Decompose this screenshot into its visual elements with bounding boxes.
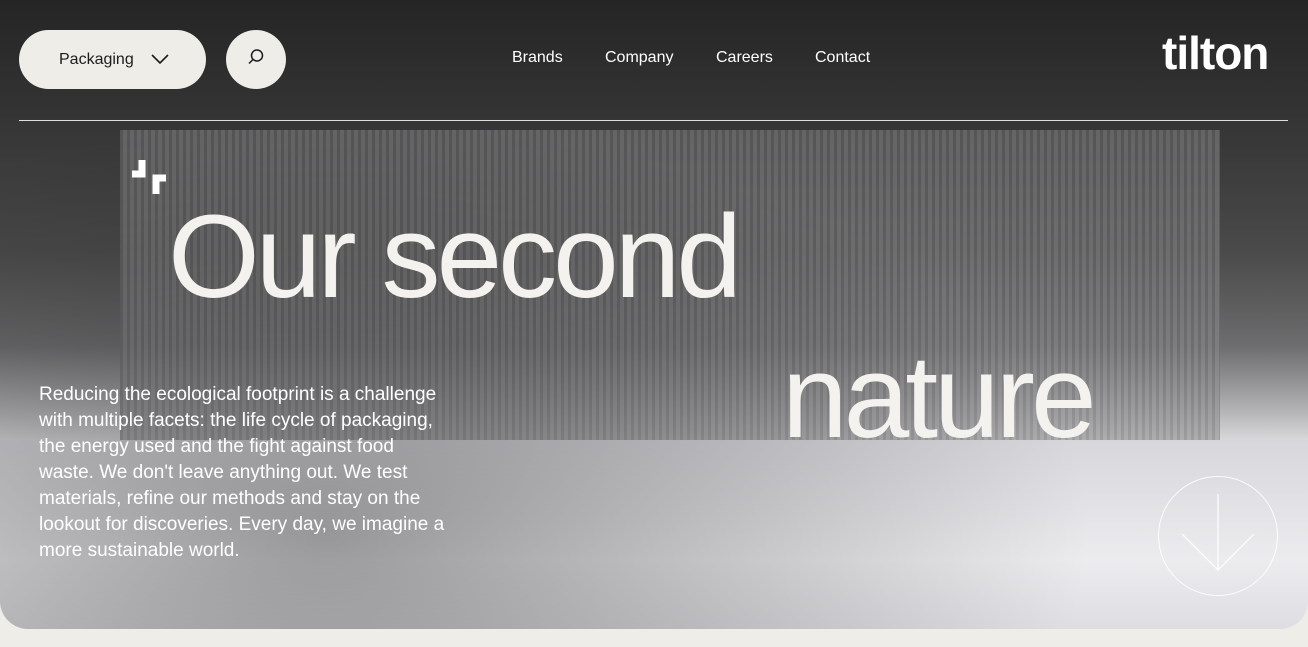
- hero-description: Reducing the ecological footprint is a c…: [39, 384, 445, 561]
- nav-brands[interactable]: Brands: [512, 49, 563, 67]
- nav-careers[interactable]: Careers: [716, 49, 773, 67]
- category-dropdown[interactable]: Packaging: [19, 30, 206, 89]
- tilton-logo[interactable]: tilton: [1162, 30, 1269, 76]
- header-divider: [19, 120, 1288, 121]
- dropdown-label: Packaging: [59, 50, 134, 68]
- hero-headline-line2: nature: [782, 331, 1097, 463]
- hero-headline-line1: Our second: [168, 191, 742, 323]
- spark-icon: [128, 156, 170, 203]
- scroll-down-button[interactable]: [1158, 476, 1278, 596]
- hero-section: Packaging Brands Company Careers Contact…: [0, 0, 1308, 629]
- arrow-down-icon: [1178, 493, 1258, 579]
- nav-contact[interactable]: Contact: [815, 49, 870, 67]
- nav-company[interactable]: Company: [605, 49, 673, 67]
- chevron-down-icon: [151, 52, 169, 71]
- search-button[interactable]: [226, 30, 286, 89]
- search-icon: [247, 48, 265, 71]
